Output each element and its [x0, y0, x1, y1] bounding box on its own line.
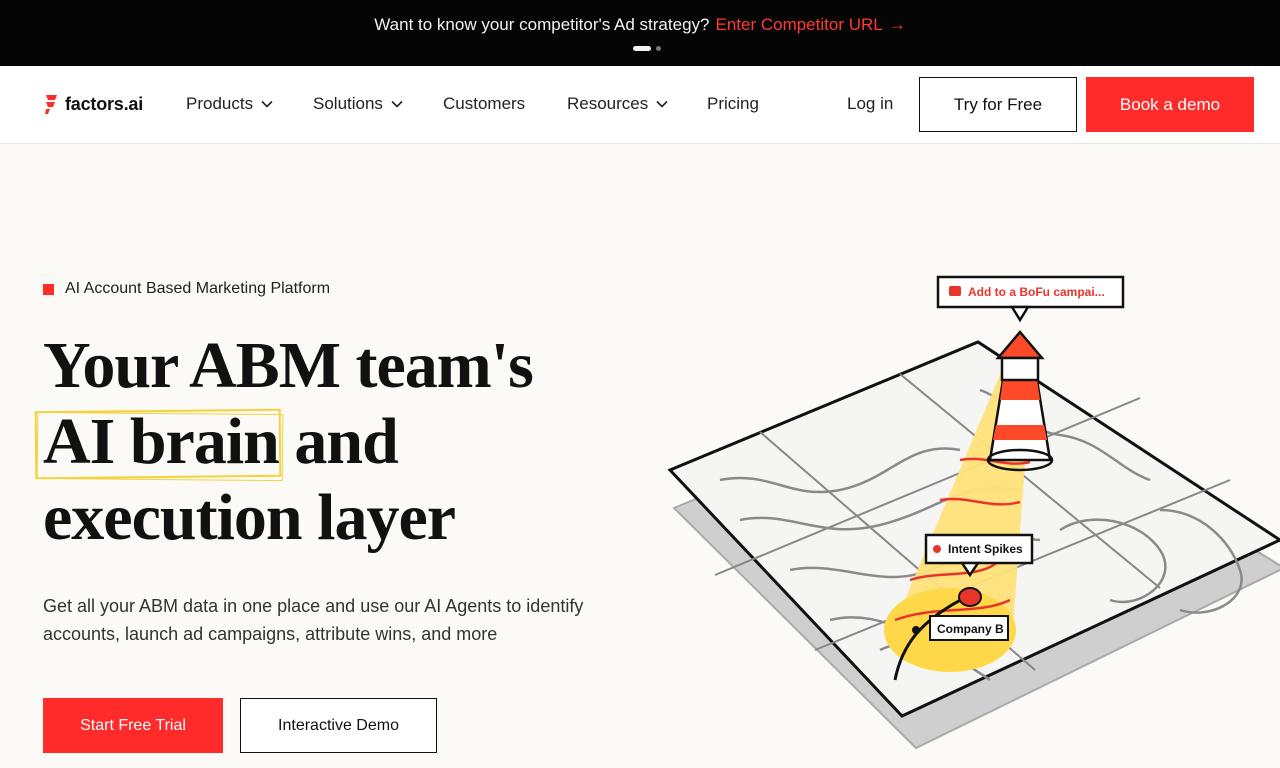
intent-spikes-text: Intent Spikes [948, 542, 1023, 556]
logo[interactable]: factors.ai [44, 93, 143, 115]
headline-highlight: AI brain [43, 405, 280, 478]
announcement-line: Want to know your competitor's Ad strate… [0, 15, 1280, 35]
try-free-button[interactable]: Try for Free [919, 77, 1077, 132]
carousel-dot-active[interactable] [633, 46, 651, 51]
company-b-text: Company B [937, 622, 1004, 636]
hero-subtitle: Get all your ABM data in one place and u… [43, 596, 584, 644]
main-nav: factors.ai Products Solutions Customers … [0, 66, 1280, 144]
nav-customers-label: Customers [443, 94, 526, 113]
competitor-url-link-label: Enter Competitor URL [715, 15, 883, 34]
headline-line-3: execution layer [43, 481, 456, 554]
nav-solutions[interactable]: Solutions [313, 94, 403, 114]
nav-customers[interactable]: Customers [443, 94, 525, 114]
nav-resources[interactable]: Resources [567, 94, 668, 114]
company-b-label: Company B [929, 615, 1009, 641]
bofu-callout: Add to a BoFu campai... [936, 275, 1125, 323]
nav-resources-label: Resources [567, 94, 649, 113]
login-link[interactable]: Log in [847, 94, 893, 114]
bofu-callout-text: Add to a BoFu campai... [968, 285, 1105, 299]
announcement-bar: Want to know your competitor's Ad strate… [0, 0, 1280, 66]
nav-products[interactable]: Products [186, 94, 273, 114]
book-demo-button[interactable]: Book a demo [1086, 77, 1254, 132]
headline-line-2: AI brain and [43, 404, 533, 480]
red-square-icon [43, 283, 54, 295]
factors-logo-icon [45, 95, 57, 114]
carousel-dot[interactable] [656, 46, 661, 51]
logo-text: factors.ai [65, 93, 144, 114]
carousel-dots [633, 46, 661, 51]
nav-solutions-label: Solutions [313, 94, 383, 113]
hero-eyebrow-text: AI Account Based Marketing Platform [65, 280, 331, 297]
hero-illustration: Add to a BoFu campai... Intent Spikes Co… [667, 275, 1280, 750]
nav-pricing-label: Pricing [707, 94, 759, 113]
start-free-trial-button[interactable]: Start Free Trial [43, 698, 223, 753]
chevron-down-icon [391, 100, 403, 108]
headline-line-2-rest: and [278, 405, 398, 478]
chevron-down-icon [261, 100, 273, 108]
hero-eyebrow: AI Account Based Marketing Platform [43, 280, 330, 298]
interactive-demo-button[interactable]: Interactive Demo [240, 698, 437, 753]
competitor-url-link[interactable]: Enter Competitor URL → [715, 15, 905, 34]
nav-pricing[interactable]: Pricing [707, 94, 759, 114]
hero-headline: Your ABM team's AI brain and execution l… [43, 328, 534, 556]
chevron-down-icon [656, 100, 668, 108]
nav-products-label: Products [186, 94, 254, 113]
arrow-right-icon: → [888, 15, 906, 34]
headline-line-1: Your ABM team's [43, 329, 534, 402]
announcement-text: Want to know your competitor's Ad strate… [374, 15, 710, 34]
